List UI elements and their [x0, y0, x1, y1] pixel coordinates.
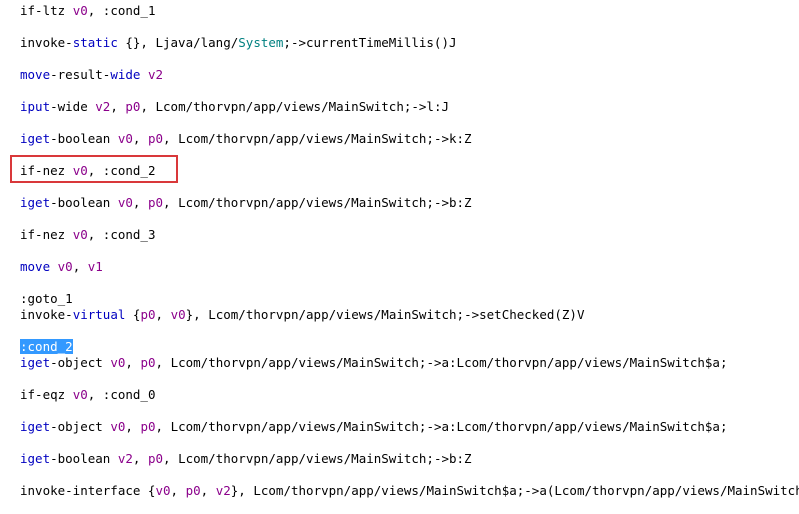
code-token: p0	[125, 99, 141, 114]
code-token: -boolean	[50, 451, 118, 466]
code-token: move	[20, 259, 51, 274]
code-token: , Lcom/thorvpn/app/views/MainSwitch;->l:…	[140, 99, 450, 114]
code-line[interactable]: if-ltz v0, :cond_1	[20, 3, 155, 19]
code-token: v1	[87, 259, 103, 274]
code-line[interactable]: iput-wide v2, p0, Lcom/thorvpn/app/views…	[20, 99, 449, 115]
code-token: v2	[147, 67, 164, 82]
code-line[interactable]: :cond_2	[20, 339, 73, 355]
code-token: static	[72, 35, 118, 50]
code-token: ,	[170, 483, 186, 498]
code-token: v0	[57, 259, 73, 274]
code-token: ,	[72, 259, 88, 274]
selected-label: :cond_2	[20, 339, 73, 354]
code-token: -wide	[50, 99, 96, 114]
code-token: virtual	[72, 307, 126, 322]
code-token: iput	[20, 99, 51, 114]
code-token: if-nez	[20, 227, 73, 242]
code-token: -boolean	[50, 131, 118, 146]
code-token: -object	[50, 355, 111, 370]
code-token: v0	[117, 131, 133, 146]
code-token: }, Lcom/thorvpn/app/views/MainSwitch;->s…	[185, 307, 585, 322]
code-token: -object	[50, 419, 111, 434]
code-line[interactable]: iget-boolean v0, p0, Lcom/thorvpn/app/vi…	[20, 195, 472, 211]
code-token: ,	[125, 355, 141, 370]
highlight-box	[10, 155, 178, 183]
code-token: ,	[132, 451, 148, 466]
code-token: -boolean	[50, 195, 118, 210]
code-line[interactable]: if-eqz v0, :cond_0	[20, 387, 155, 403]
code-token: p0	[147, 451, 164, 466]
code-token: , Lcom/thorvpn/app/views/MainSwitch;->b:…	[163, 195, 472, 210]
code-token: , :cond_1	[87, 3, 156, 18]
code-token: v2	[117, 451, 133, 466]
code-token: v0	[110, 419, 126, 434]
code-token: {	[125, 307, 141, 322]
code-token: p0	[147, 131, 164, 146]
code-line[interactable]: iget-object v0, p0, Lcom/thorvpn/app/vie…	[20, 355, 727, 371]
code-token: move	[20, 67, 51, 82]
code-line[interactable]: move v0, v1	[20, 259, 103, 275]
code-token: System	[238, 35, 284, 50]
code-token: iget	[20, 451, 51, 466]
code-token: , Lcom/thorvpn/app/views/MainSwitch;->a:…	[155, 419, 728, 434]
code-token: iget	[20, 355, 51, 370]
code-token: if-ltz	[20, 3, 73, 18]
code-token: p0	[140, 307, 156, 322]
code-token: ,	[132, 131, 148, 146]
code-line[interactable]: iget-object v0, p0, Lcom/thorvpn/app/vie…	[20, 419, 727, 435]
code-line[interactable]: if-nez v0, :cond_3	[20, 227, 155, 243]
code-token: , Lcom/thorvpn/app/views/MainSwitch;->a:…	[155, 355, 728, 370]
code-token: invoke-interface {	[20, 483, 156, 498]
code-token: wide	[110, 67, 141, 82]
code-token: v0	[110, 355, 126, 370]
code-line[interactable]: invoke-static {}, Ljava/lang/System;->cu…	[20, 35, 457, 51]
code-token: ;->currentTimeMillis()J	[283, 35, 457, 50]
code-token: invoke-	[20, 35, 73, 50]
code-token: :goto_1	[20, 291, 73, 306]
code-line[interactable]: iget-boolean v0, p0, Lcom/thorvpn/app/vi…	[20, 131, 472, 147]
code-token: iget	[20, 195, 51, 210]
code-token: , Lcom/thorvpn/app/views/MainSwitch;->b:…	[163, 451, 472, 466]
code-token: v2	[95, 99, 111, 114]
code-token: ,	[132, 195, 148, 210]
code-token: v0	[72, 3, 88, 18]
code-token: v0	[170, 307, 186, 322]
code-token: }, Lcom/thorvpn/app/views/MainSwitch$a;-…	[230, 483, 799, 498]
code-token: ,	[125, 419, 141, 434]
code-token: ,	[110, 99, 126, 114]
code-line[interactable]: invoke-virtual {p0, v0}, Lcom/thorvpn/ap…	[20, 307, 584, 323]
code-token: ,	[200, 483, 216, 498]
code-token: v2	[215, 483, 231, 498]
code-line[interactable]: iget-boolean v2, p0, Lcom/thorvpn/app/vi…	[20, 451, 472, 467]
code-token: invoke-	[20, 307, 73, 322]
code-line[interactable]: :goto_1	[20, 291, 73, 307]
code-token: v0	[155, 483, 171, 498]
code-token: p0	[147, 195, 164, 210]
code-token: ,	[155, 307, 171, 322]
code-token: if-eqz	[20, 387, 73, 402]
code-token: , Lcom/thorvpn/app/views/MainSwitch;->k:…	[163, 131, 472, 146]
code-line[interactable]: invoke-interface {v0, p0, v2}, Lcom/thor…	[20, 483, 799, 499]
code-token: -result-	[50, 67, 111, 82]
code-line[interactable]: move-result-wide v2	[20, 67, 163, 83]
code-token: {}, Ljava/lang/	[117, 35, 239, 50]
code-token: iget	[20, 131, 51, 146]
code-token: iget	[20, 419, 51, 434]
code-token: p0	[140, 355, 156, 370]
code-token: v0	[72, 227, 88, 242]
code-token: p0	[140, 419, 156, 434]
code-token: v0	[117, 195, 133, 210]
code-token: p0	[185, 483, 201, 498]
code-token: , :cond_3	[87, 227, 156, 242]
code-token: v0	[72, 387, 88, 402]
code-token: , :cond_0	[87, 387, 156, 402]
